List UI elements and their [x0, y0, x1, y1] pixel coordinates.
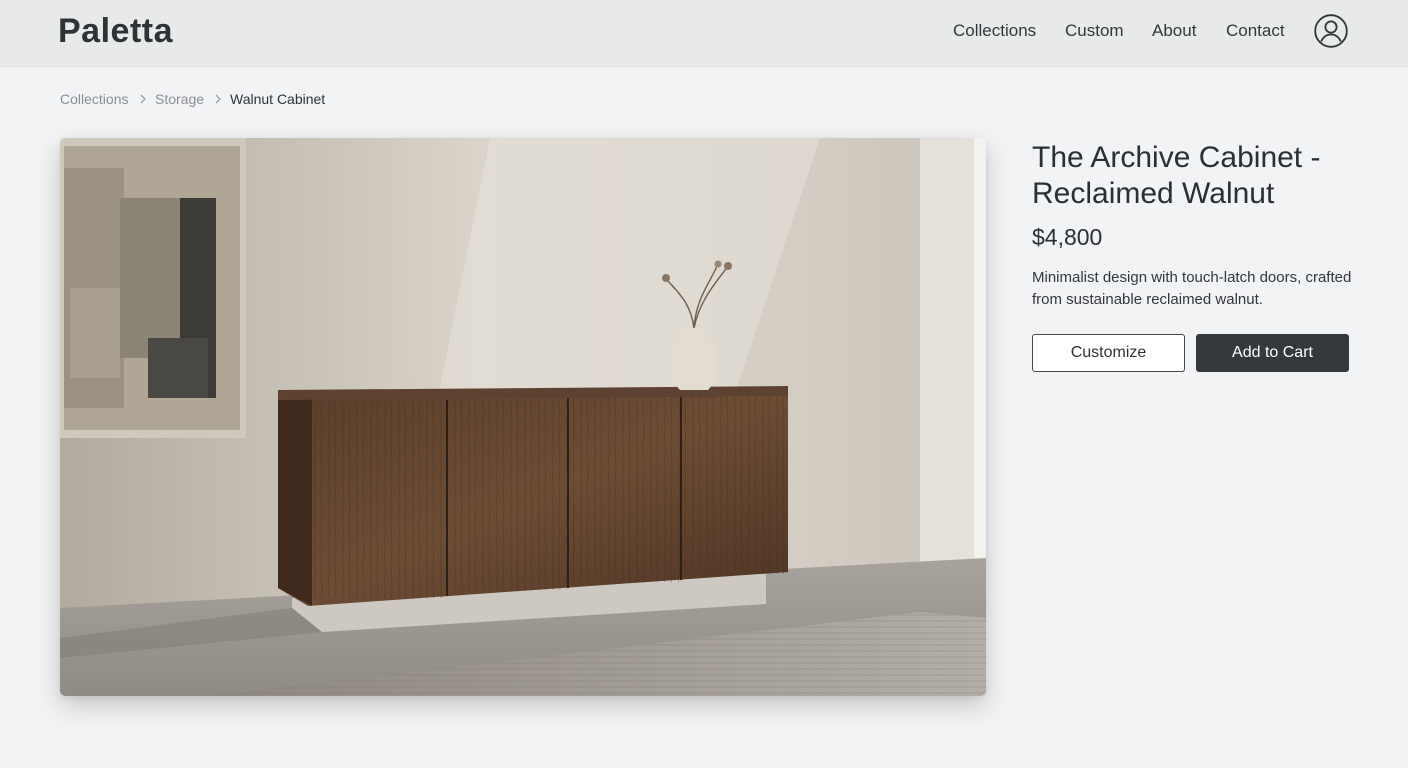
breadcrumb-item-storage[interactable]: Storage	[155, 91, 204, 107]
add-to-cart-button[interactable]: Add to Cart	[1196, 334, 1349, 372]
nav-link-contact[interactable]: Contact	[1226, 21, 1285, 41]
profile-button[interactable]	[1314, 14, 1348, 48]
product-description: Minimalist design with touch-latch doors…	[1032, 269, 1352, 308]
site-header: Paletta Collections Custom About Contact	[0, 0, 1408, 67]
product-price: $4,800	[1032, 224, 1103, 250]
product-image	[60, 138, 986, 696]
product-photo	[60, 138, 986, 696]
chevron-right-icon	[215, 94, 221, 104]
chevron-right-icon	[140, 94, 146, 104]
nav-link-about[interactable]: About	[1152, 21, 1196, 41]
breadcrumb-item-current: Walnut Cabinet	[230, 91, 326, 107]
customize-button[interactable]: Customize	[1032, 334, 1185, 372]
product-info: The Archive Cabinet - Reclaimed Walnut $…	[1032, 140, 1362, 372]
user-circle-icon	[1314, 14, 1348, 48]
site-logo[interactable]: Paletta	[58, 12, 173, 51]
nav-link-custom[interactable]: Custom	[1065, 21, 1124, 41]
nav-link-collections[interactable]: Collections	[953, 21, 1036, 41]
breadcrumb-item-collections[interactable]: Collections	[60, 91, 128, 107]
product-title: The Archive Cabinet - Reclaimed Walnut	[1032, 141, 1321, 210]
